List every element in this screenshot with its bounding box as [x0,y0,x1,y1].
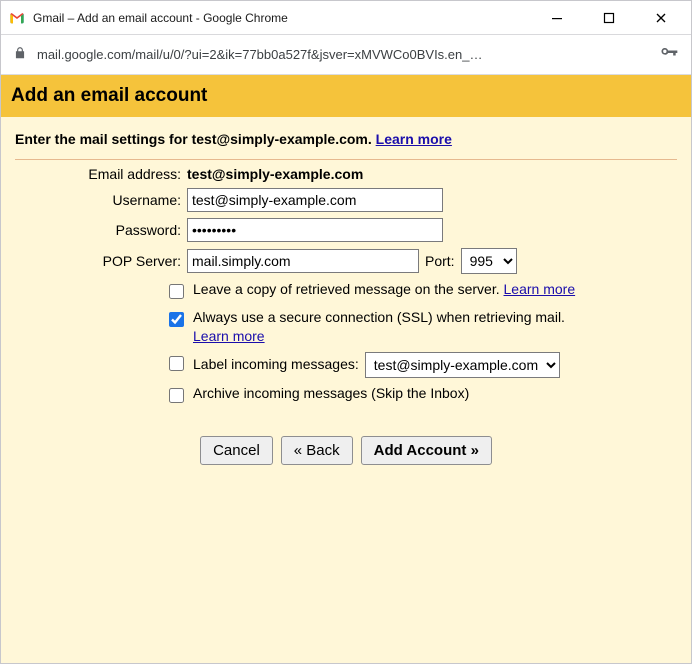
ssl-learn-more-link[interactable]: Learn more [193,328,265,344]
ssl-checkbox[interactable] [169,312,184,327]
window-title: Gmail – Add an email account - Google Ch… [33,11,527,25]
email-label: Email address: [15,166,187,182]
window-minimize-button[interactable] [535,4,579,32]
username-input[interactable] [187,188,443,212]
window-titlebar: Gmail – Add an email account - Google Ch… [1,1,691,35]
chrome-window: Gmail – Add an email account - Google Ch… [0,0,692,664]
form-panel: Enter the mail settings for test@simply-… [1,117,691,465]
pop-server-label: POP Server: [15,253,187,269]
leave-copy-checkbox[interactable] [169,284,184,299]
page-title: Add an email account [1,75,691,117]
window-close-button[interactable] [639,4,683,32]
url-text[interactable]: mail.google.com/mail/u/0/?ui=2&ik=77bb0a… [37,47,649,62]
leave-copy-text: Leave a copy of retrieved message on the… [193,281,504,297]
cancel-button[interactable]: Cancel [200,436,273,465]
port-select[interactable]: 995 [461,248,517,274]
gmail-favicon-icon [9,10,25,26]
password-input[interactable] [187,218,443,242]
ssl-text: Always use a secure connection (SSL) whe… [193,309,565,325]
lock-icon [13,46,27,63]
password-key-icon[interactable] [659,43,679,66]
window-maximize-button[interactable] [587,4,631,32]
archive-text: Archive incoming messages (Skip the Inbo… [193,385,469,401]
back-button[interactable]: « Back [281,436,353,465]
intro-prefix: Enter the mail settings for [15,131,192,147]
leave-copy-learn-more-link[interactable]: Learn more [504,281,576,297]
label-messages-checkbox[interactable] [169,356,184,371]
username-label: Username: [15,192,187,208]
email-value: test@simply-example.com [187,166,363,182]
add-account-button[interactable]: Add Account » [361,436,492,465]
label-messages-text: Label incoming messages: [193,355,359,374]
label-messages-select[interactable]: test@simply-example.com [365,352,560,378]
action-buttons: Cancel « Back Add Account » [15,436,677,465]
archive-checkbox[interactable] [169,388,184,403]
options-group: Leave a copy of retrieved message on the… [15,280,677,406]
intro-suffix: . [368,131,376,147]
intro-email: test@simply-example.com [192,131,368,147]
port-label: Port: [425,253,455,269]
intro-text: Enter the mail settings for test@simply-… [15,131,677,160]
intro-learn-more-link[interactable]: Learn more [376,131,452,147]
password-label: Password: [15,222,187,238]
page-content: Add an email account Enter the mail sett… [1,75,691,663]
pop-server-input[interactable] [187,249,419,273]
address-bar: mail.google.com/mail/u/0/?ui=2&ik=77bb0a… [1,35,691,75]
